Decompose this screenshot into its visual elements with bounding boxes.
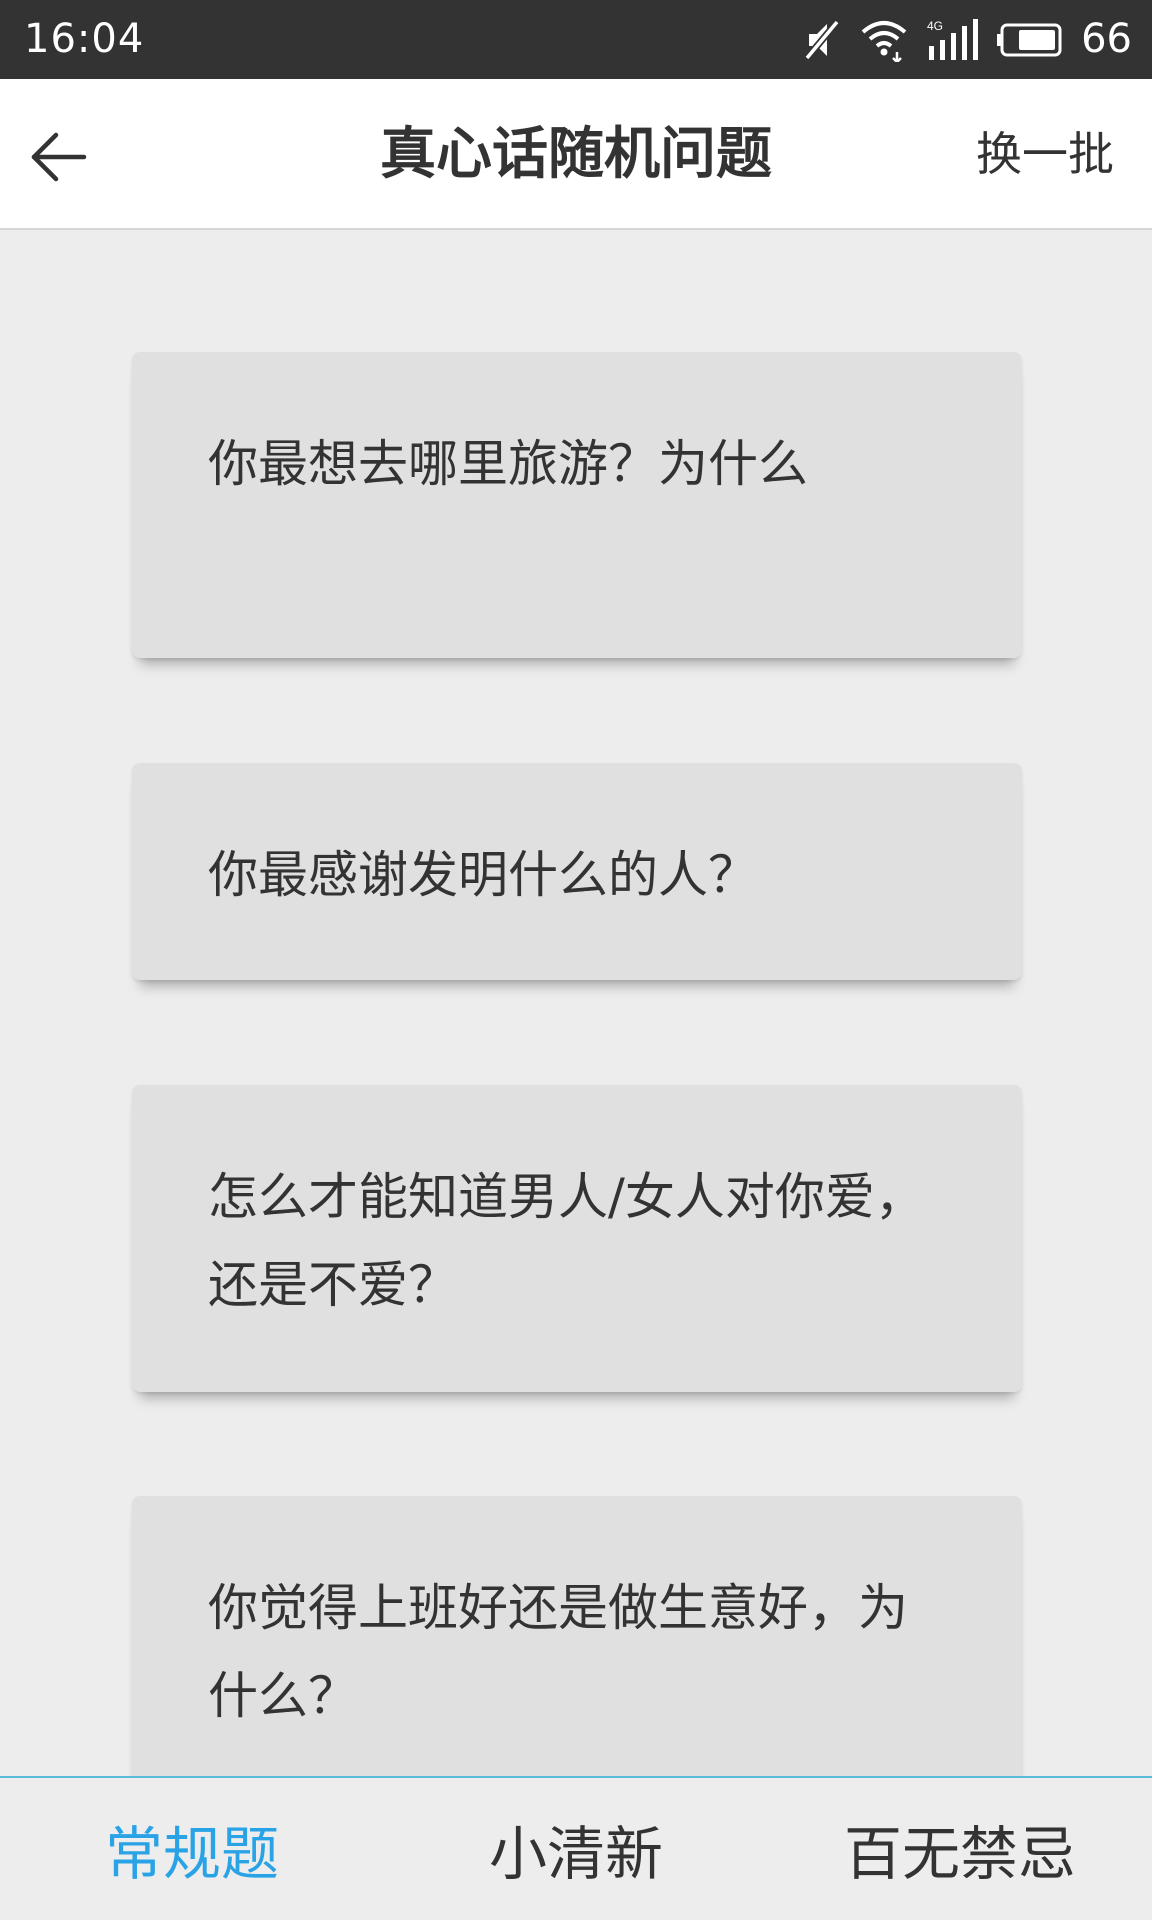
status-icons: 4G 66 bbox=[801, 0, 1132, 79]
question-card[interactable]: 你最感谢发明什么的人？ bbox=[132, 763, 1022, 980]
tab-regular[interactable]: 常规题 bbox=[0, 1778, 384, 1920]
question-list[interactable]: 你最想去哪里旅游？为什么 你最感谢发明什么的人？ 怎么才能知道男人/女人对你爱，… bbox=[0, 230, 1152, 1776]
mute-icon bbox=[801, 18, 841, 62]
arrow-left-icon bbox=[31, 132, 87, 182]
status-bar: 16:04 4G 66 bbox=[0, 0, 1152, 79]
question-card[interactable]: 你最想去哪里旅游？为什么 bbox=[132, 352, 1022, 658]
status-time: 16:04 bbox=[24, 16, 145, 62]
tab-fresh[interactable]: 小清新 bbox=[384, 1778, 768, 1920]
question-text: 怎么才能知道男人/女人对你爱，还是不爱？ bbox=[208, 1168, 925, 1314]
header: 真心话随机问题 换一批 bbox=[0, 79, 1152, 230]
tab-no-limits[interactable]: 百无禁忌 bbox=[768, 1778, 1152, 1920]
network-label: 4G bbox=[927, 19, 943, 33]
signal-icon: 4G bbox=[927, 18, 979, 62]
wifi-icon bbox=[859, 18, 909, 62]
refresh-button[interactable]: 换一批 bbox=[976, 79, 1114, 230]
question-card[interactable]: 你觉得上班好还是做生意好，为什么？ bbox=[132, 1496, 1022, 1776]
question-text: 你觉得上班好还是做生意好，为什么？ bbox=[208, 1579, 908, 1725]
question-text: 你最想去哪里旅游？为什么 bbox=[208, 435, 808, 493]
question-card[interactable]: 怎么才能知道男人/女人对你爱，还是不爱？ bbox=[132, 1085, 1022, 1392]
question-text: 你最感谢发明什么的人？ bbox=[208, 846, 758, 904]
back-button[interactable] bbox=[22, 121, 94, 193]
bottom-tab-bar: 常规题 小清新 百无禁忌 bbox=[0, 1776, 1152, 1920]
battery-icon bbox=[997, 22, 1063, 58]
battery-level: 66 bbox=[1081, 16, 1132, 62]
